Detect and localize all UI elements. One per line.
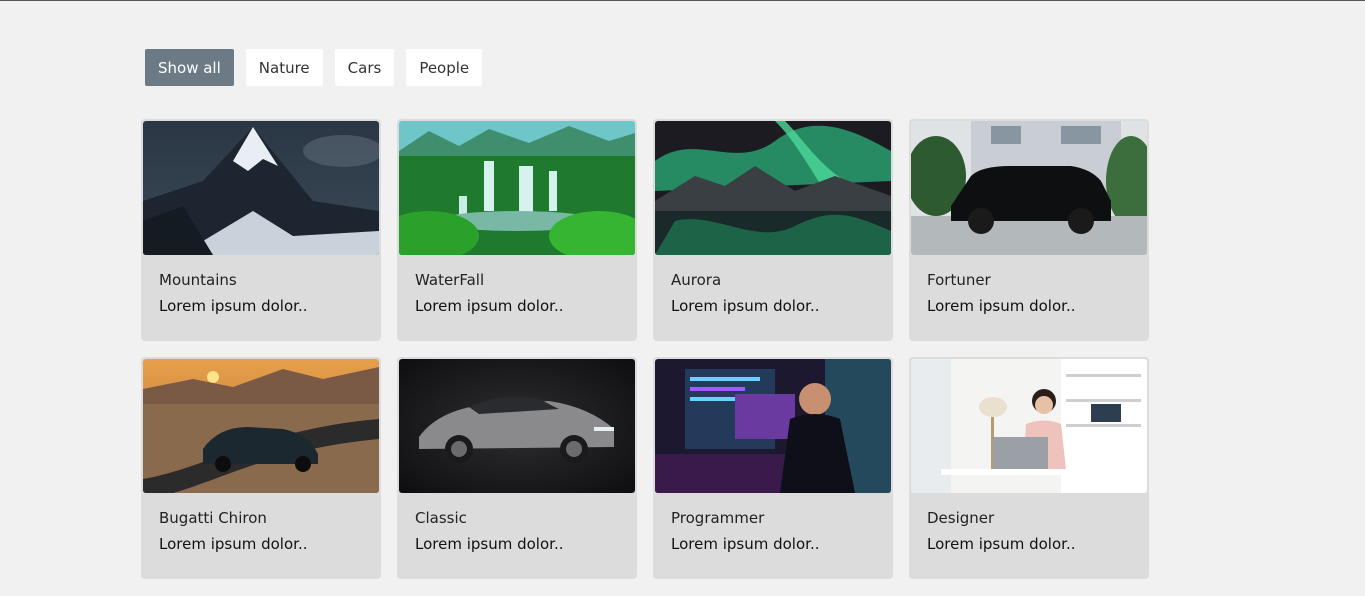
card-description: Lorem ipsum dolor.. (671, 297, 820, 315)
designer-image (911, 359, 1147, 493)
mountain-image (143, 121, 379, 255)
gallery-card[interactable]: Aurora Lorem ipsum dolor.. (653, 119, 893, 341)
card-description: Lorem ipsum dolor.. (671, 535, 820, 553)
card-description: Lorem ipsum dolor.. (927, 535, 1076, 553)
filter-cars-button[interactable]: Cars (334, 49, 395, 86)
card-description: Lorem ipsum dolor.. (415, 535, 564, 553)
filter-people-button[interactable]: People (406, 49, 483, 86)
card-title: Designer (927, 509, 995, 527)
card-description: Lorem ipsum dolor.. (415, 297, 564, 315)
suv-image (911, 121, 1147, 255)
card-description: Lorem ipsum dolor.. (927, 297, 1076, 315)
programmer-image (655, 359, 891, 493)
aurora-image (655, 121, 891, 255)
gallery-card[interactable]: Fortuner Lorem ipsum dolor.. (909, 119, 1149, 341)
gallery-card[interactable]: Designer Lorem ipsum dolor.. (909, 357, 1149, 579)
card-title: Mountains (159, 271, 237, 289)
card-description: Lorem ipsum dolor.. (159, 535, 308, 553)
card-title: Aurora (671, 271, 722, 289)
gallery-card[interactable]: Bugatti Chiron Lorem ipsum dolor.. (141, 357, 381, 579)
card-title: WaterFall (415, 271, 485, 289)
top-border (0, 0, 1365, 1)
filter-show-all-button[interactable]: Show all (145, 49, 234, 86)
card-title: Bugatti Chiron (159, 509, 267, 527)
filter-bar: Show all Nature Cars People (145, 49, 483, 86)
card-description: Lorem ipsum dolor.. (159, 297, 308, 315)
gallery-grid: Mountains Lorem ipsum dolor.. WaterFall … (141, 119, 1149, 579)
gallery-card[interactable]: WaterFall Lorem ipsum dolor.. (397, 119, 637, 341)
sports-car-image (143, 359, 379, 493)
waterfall-image (399, 121, 635, 255)
gallery-card[interactable]: Mountains Lorem ipsum dolor.. (141, 119, 381, 341)
gallery-card[interactable]: Programmer Lorem ipsum dolor.. (653, 357, 893, 579)
card-title: Classic (415, 509, 467, 527)
card-title: Programmer (671, 509, 765, 527)
gallery-card[interactable]: Classic Lorem ipsum dolor.. (397, 357, 637, 579)
card-title: Fortuner (927, 271, 991, 289)
coupe-image (399, 359, 635, 493)
filter-nature-button[interactable]: Nature (245, 49, 323, 86)
